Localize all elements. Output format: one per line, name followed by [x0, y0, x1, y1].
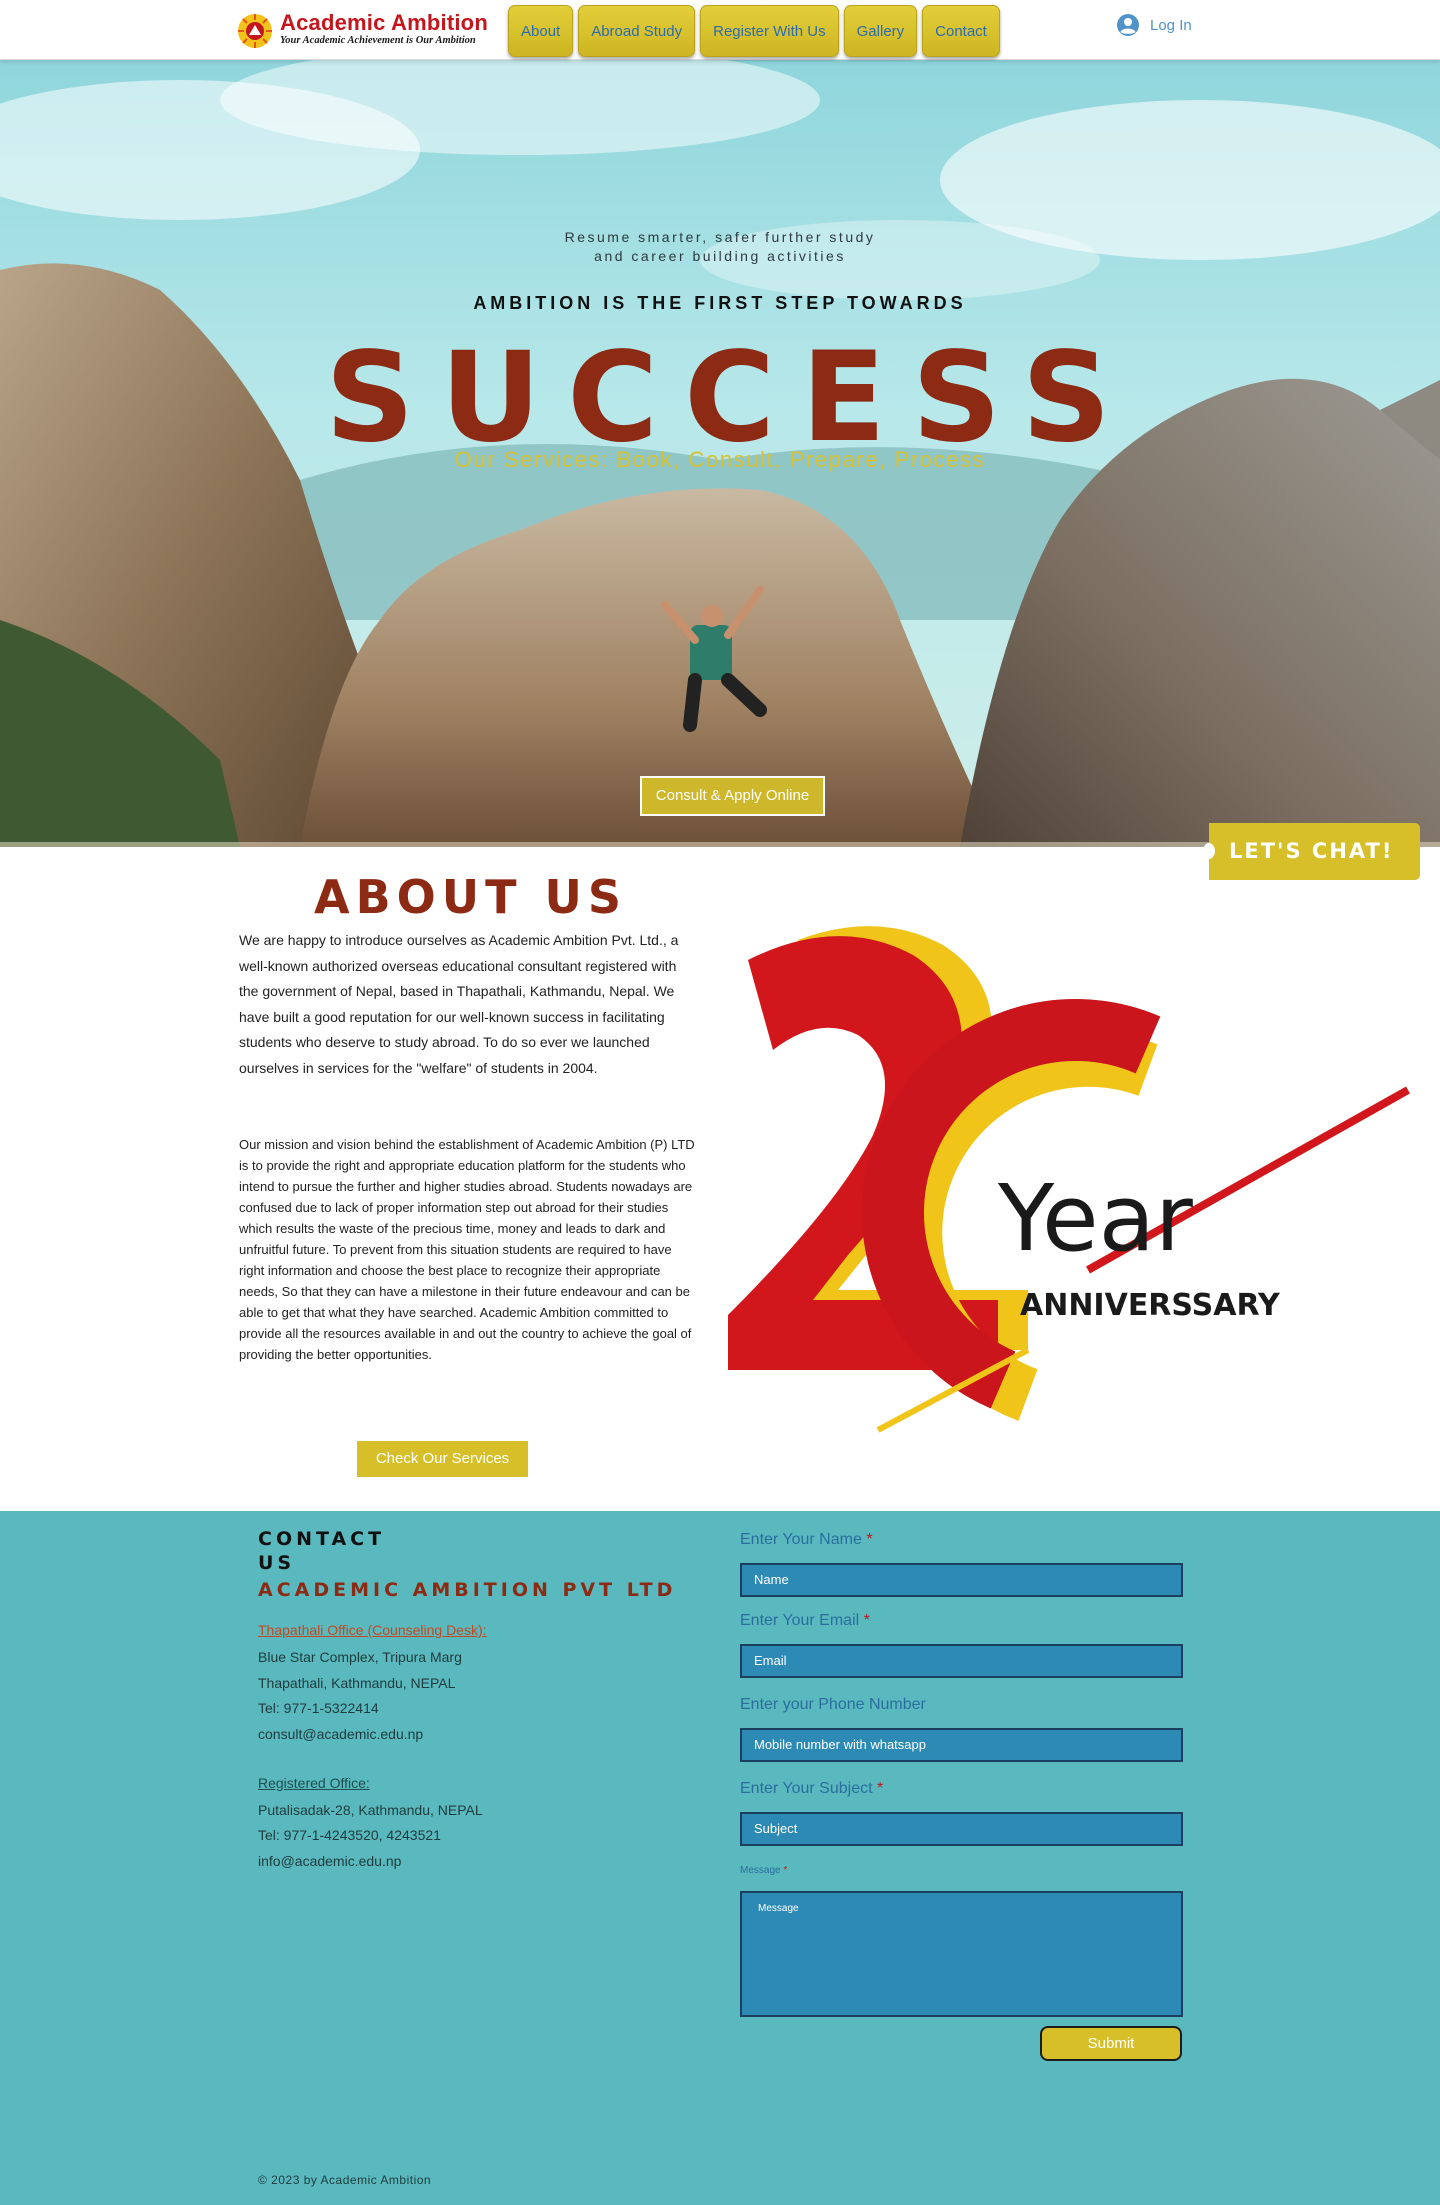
- anniversary-label: ANNIVERSSARY: [1020, 1288, 1281, 1323]
- login-label: Log In: [1150, 16, 1192, 34]
- user-avatar-icon: [1117, 14, 1139, 36]
- registered-office-title[interactable]: Registered Office:: [258, 1775, 370, 1791]
- contact-section: CONTACT US ACADEMIC AMBITION PVT LTD Tha…: [0, 1511, 1440, 2205]
- chat-bubble-icon: [1203, 843, 1215, 859]
- anniversary-year-word: Year: [997, 1165, 1193, 1272]
- registered-phone: Tel: 977-1-4243520, 4243521: [258, 1827, 441, 1843]
- office-email[interactable]: consult@academic.edu.np: [258, 1726, 423, 1742]
- hero-section: Resume smarter, safer further study and …: [0, 60, 1440, 847]
- registered-email[interactable]: info@academic.edu.np: [258, 1853, 401, 1869]
- logo-tagline: Your Academic Achievement is Our Ambitio…: [280, 35, 476, 46]
- nav-gallery[interactable]: Gallery: [843, 5, 918, 57]
- nav-register-with-us[interactable]: Register With Us: [700, 5, 839, 57]
- office-address-line2: Thapathali, Kathmandu, NEPAL: [258, 1675, 456, 1691]
- submit-button[interactable]: Submit: [1040, 2026, 1182, 2061]
- hero-services-text: Our Services: Book, Consult, Prepare, Pr…: [454, 447, 986, 472]
- copyright: © 2023 by Academic Ambition: [258, 2173, 432, 2187]
- hero-subtitle-line2: and career building activities: [594, 248, 846, 264]
- subject-label: Enter Your Subject *: [740, 1780, 884, 1797]
- company-name: ACADEMIC AMBITION PVT LTD: [258, 1579, 677, 1601]
- nav-about[interactable]: About: [508, 5, 574, 57]
- nav-contact[interactable]: Contact: [922, 5, 1000, 57]
- contact-heading: CONTACT US: [258, 1528, 386, 1574]
- logo-title: Academic Ambition: [280, 10, 488, 35]
- hero-kicker: AMBITION IS THE FIRST STEP TOWARDS: [473, 293, 967, 313]
- about-paragraph-2: Our mission and vision behind the establ…: [239, 1137, 695, 1362]
- email-label: Enter Your Email *: [740, 1612, 870, 1629]
- hero-subtitle-line1: Resume smarter, safer further study: [564, 229, 876, 245]
- message-label: Message *: [740, 1865, 788, 1876]
- registered-address: Putalisadak-28, Kathmandu, NEPAL: [258, 1802, 483, 1818]
- name-input[interactable]: Name: [740, 1563, 1183, 1597]
- phone-label: Enter your Phone Number: [740, 1696, 926, 1713]
- message-textarea[interactable]: Message: [740, 1891, 1183, 2017]
- logo[interactable]: Academic Ambition Your Academic Achievem…: [236, 10, 498, 52]
- sun-logo-icon: [238, 14, 272, 48]
- nav-abroad-study[interactable]: Abroad Study: [578, 5, 696, 57]
- office-title[interactable]: Thapathali Office (Counseling Desk):: [258, 1622, 487, 1638]
- check-services-button[interactable]: Check Our Services: [357, 1441, 528, 1477]
- anniversary-badge-image: Year ANNIVERSSARY: [728, 926, 1410, 1433]
- site-header: Academic Ambition Your Academic Achievem…: [0, 0, 1440, 60]
- name-label: Enter Your Name *: [740, 1531, 873, 1548]
- subject-input[interactable]: Subject: [740, 1812, 1183, 1846]
- office-address-line1: Blue Star Complex, Tripura Marg: [258, 1649, 462, 1665]
- phone-input[interactable]: Mobile number with whatsapp: [740, 1728, 1183, 1762]
- about-paragraph-1: We are happy to introduce ourselves as A…: [239, 932, 679, 1076]
- consult-apply-button[interactable]: Consult & Apply Online: [640, 776, 825, 816]
- page: Academic Ambition Your Academic Achievem…: [0, 0, 1440, 2205]
- main-nav: About Abroad Study Register With Us Gall…: [508, 5, 1000, 57]
- login-button[interactable]: Log In: [1116, 12, 1192, 38]
- email-input[interactable]: Email: [740, 1644, 1183, 1678]
- about-title: ABOUT US: [314, 870, 627, 924]
- office-phone: Tel: 977-1-5322414: [258, 1700, 379, 1716]
- lets-chat-button[interactable]: LET'S CHAT!: [1209, 823, 1420, 880]
